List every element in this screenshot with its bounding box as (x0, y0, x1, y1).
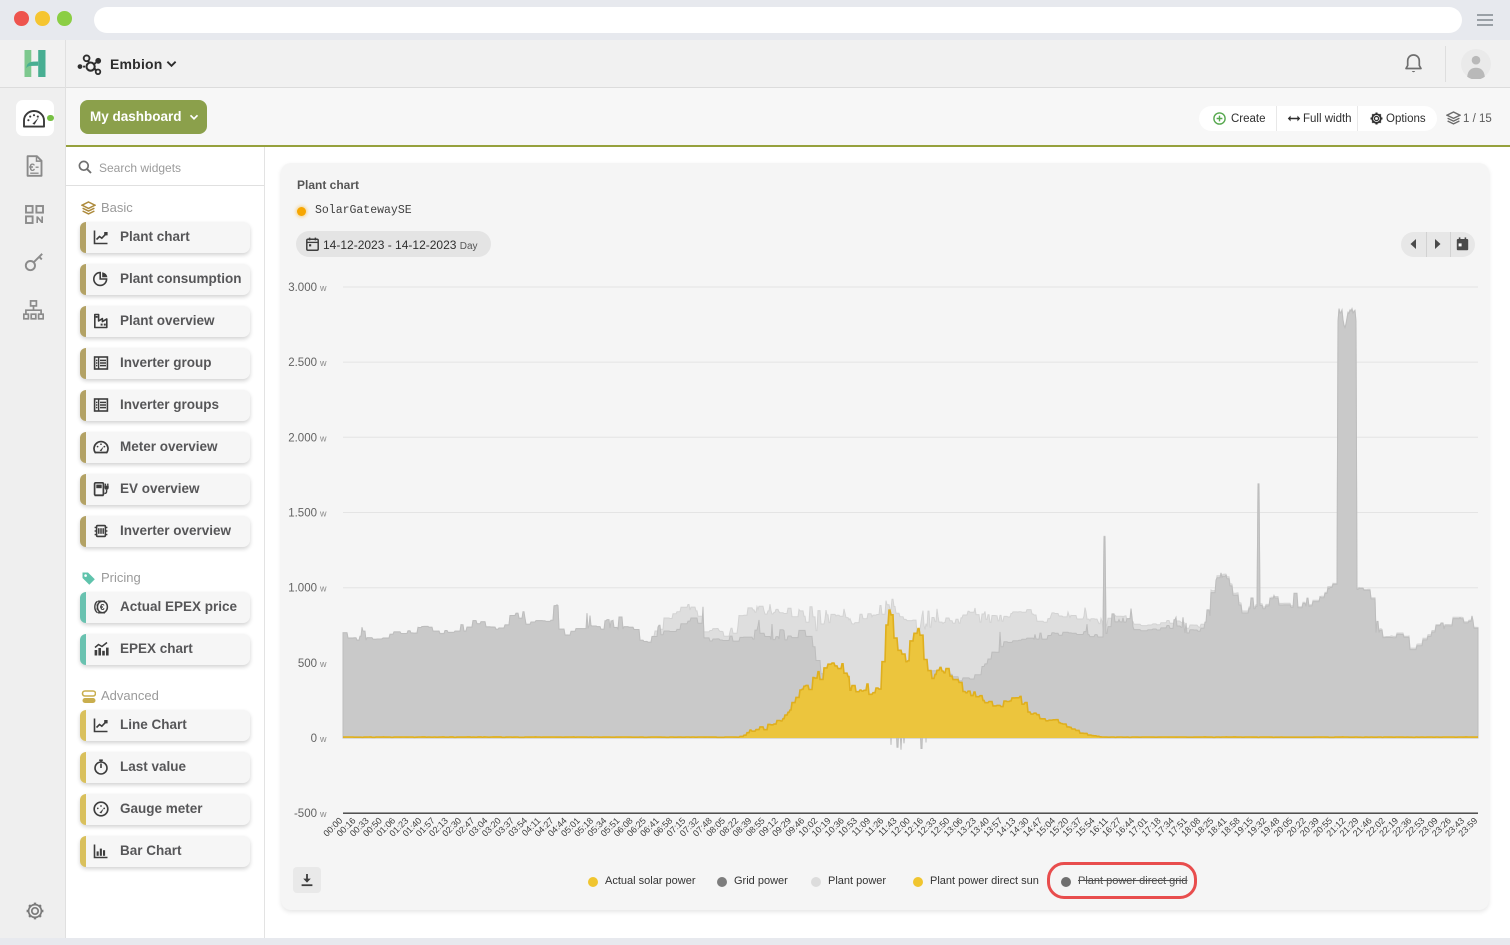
svg-text:w: w (319, 283, 327, 293)
svg-text:w: w (319, 584, 327, 594)
svg-text:w: w (319, 809, 327, 819)
svg-text:w: w (319, 659, 327, 669)
svg-text:1.500: 1.500 (288, 508, 317, 520)
svg-text:2.000: 2.000 (288, 432, 317, 444)
svg-text:2.500: 2.500 (288, 357, 317, 369)
svg-text:w: w (319, 358, 327, 368)
svg-text:500: 500 (298, 658, 317, 670)
svg-text:w: w (319, 433, 327, 443)
svg-text:€: € (29, 162, 35, 174)
svg-text:1.000: 1.000 (288, 583, 317, 595)
svg-text:-500: -500 (294, 808, 317, 820)
svg-text:3.000: 3.000 (288, 282, 317, 294)
svg-text:w: w (319, 734, 327, 744)
svg-text:€: € (100, 602, 105, 612)
svg-text:0: 0 (311, 733, 317, 745)
svg-text:w: w (319, 509, 327, 519)
